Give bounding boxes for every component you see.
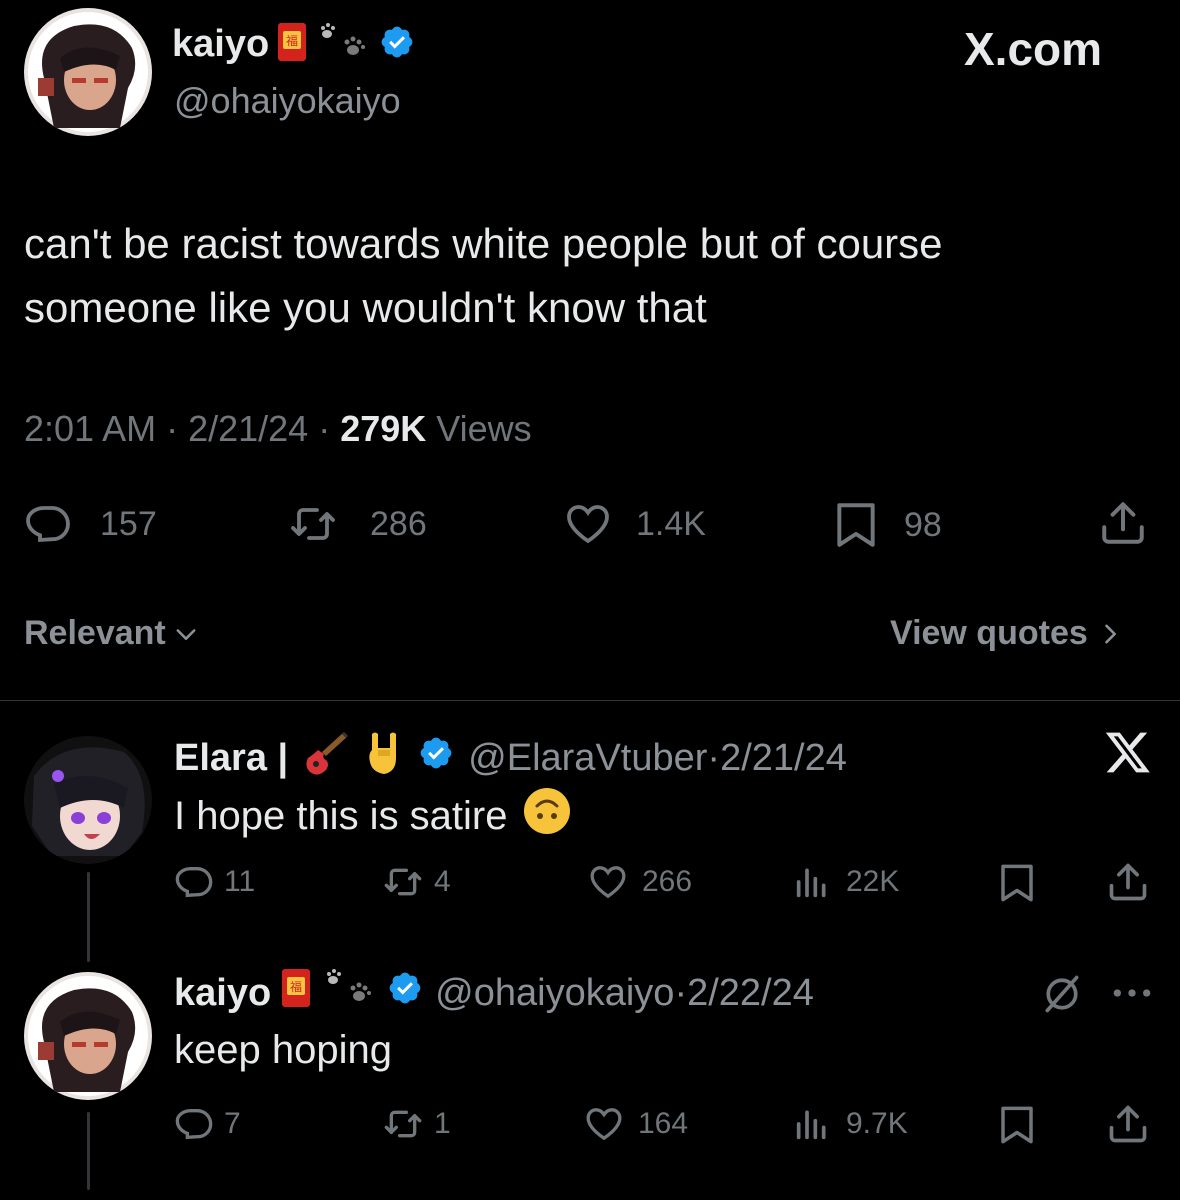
reply-count: 11 (224, 865, 256, 898)
repost-button[interactable]: 286 (286, 500, 427, 548)
views-count: 279K (340, 408, 427, 449)
guitar-icon (300, 730, 350, 786)
reply-icon (175, 867, 213, 898)
like-button[interactable]: 266 (586, 862, 692, 902)
tweet-meta: 2:01 AM · 2/21/24 · 279K Views (24, 408, 532, 450)
repost-icon (291, 508, 335, 540)
sort-dropdown[interactable]: Relevant (24, 614, 200, 653)
repost-icon (384, 868, 422, 896)
separator-dot: · (308, 408, 341, 449)
author-display-name[interactable]: kaiyo (174, 972, 271, 1015)
verified-badge-icon (387, 970, 423, 1016)
views-button[interactable]: 22K (792, 862, 899, 902)
repost-button[interactable]: 4 (380, 862, 451, 902)
analytics-icon (796, 868, 826, 898)
grok-icon[interactable] (1040, 972, 1084, 1021)
bookmark-icon (837, 503, 875, 547)
like-count: 1.4K (636, 504, 706, 543)
repost-count: 1 (434, 1107, 451, 1140)
reply-date[interactable]: 2/21/24 (720, 737, 847, 780)
repost-count: 4 (434, 865, 451, 898)
reply-button[interactable]: 157 (24, 500, 157, 548)
reply-text: keep hoping (174, 1028, 392, 1072)
reply-text: I hope this is satire (174, 793, 508, 838)
analytics-icon (796, 1110, 826, 1140)
x-logo-icon (1104, 728, 1152, 781)
views-label: Views (436, 408, 532, 449)
views-count: 9.7K (846, 1107, 908, 1140)
avatar[interactable] (24, 972, 152, 1100)
repost-icon (384, 1110, 422, 1138)
more-options-icon[interactable] (1110, 978, 1154, 1013)
bookmark-icon (1001, 1106, 1033, 1144)
heart-icon (567, 505, 609, 544)
like-count: 164 (638, 1107, 689, 1140)
tweet-text-line: can't be racist towards white people but… (24, 220, 943, 267)
views-count: 22K (846, 865, 900, 898)
reply-icon (26, 506, 70, 543)
view-quotes-label: View quotes (890, 614, 1088, 652)
views-button[interactable]: 9.7K (792, 1104, 908, 1144)
tweet-text: can't be racist towards white people but… (24, 212, 943, 340)
verified-badge-icon (418, 735, 454, 781)
avatar[interactable] (24, 8, 152, 136)
separator-dot: · (707, 736, 721, 779)
chevron-right-icon (1104, 624, 1116, 643)
author-handle[interactable]: @ohaiyokaiyo (435, 972, 674, 1015)
red-envelope-icon: 福 (277, 22, 307, 67)
chevron-down-icon (176, 628, 196, 640)
like-button[interactable]: 164 (582, 1104, 688, 1144)
bookmark-icon (1001, 864, 1033, 902)
repost-button[interactable]: 1 (380, 1104, 451, 1144)
bookmark-button[interactable] (996, 1104, 1038, 1151)
heart-icon (590, 866, 626, 899)
reply-button[interactable]: 11 (174, 862, 255, 902)
like-count: 266 (642, 865, 693, 898)
separator-dot: · (674, 971, 688, 1014)
brand-watermark: X.com (964, 23, 1103, 75)
bookmark-count: 98 (904, 505, 942, 544)
heart-icon (586, 1108, 622, 1141)
like-button[interactable]: 1.4K (562, 500, 706, 548)
svg-text:福: 福 (290, 979, 302, 994)
sort-label: Relevant (24, 614, 166, 652)
red-envelope-icon: 福 (281, 968, 311, 1018)
share-icon (1109, 1105, 1147, 1143)
bookmark-button[interactable]: 98 (830, 500, 942, 550)
tweet-time[interactable]: 2:01 AM (24, 408, 156, 450)
paw-prints-icon (321, 968, 377, 1018)
author-display-name[interactable]: kaiyo (172, 23, 269, 66)
divider (0, 700, 1180, 701)
verified-badge-icon (379, 24, 415, 65)
avatar[interactable] (24, 736, 152, 864)
thread-connector (87, 1112, 90, 1190)
reply-count: 7 (224, 1107, 241, 1140)
author-handle[interactable]: @ElaraVtuber (468, 737, 707, 780)
rock-hand-icon (364, 730, 404, 786)
reply-icon (175, 1109, 213, 1140)
thread-connector (87, 872, 90, 962)
share-button[interactable] (1098, 498, 1148, 553)
reply-button[interactable]: 7 (174, 1104, 241, 1144)
view-quotes-link[interactable]: View quotes (890, 614, 1124, 653)
upside-down-face-icon (522, 786, 572, 846)
share-icon (1102, 502, 1144, 544)
tweet-date[interactable]: 2/21/24 (188, 408, 308, 450)
tweet-text-line: someone like you wouldn't know that (24, 284, 707, 331)
svg-text:福: 福 (286, 33, 298, 48)
share-button[interactable] (1106, 860, 1150, 909)
author-handle[interactable]: @ohaiyokaiyo (174, 80, 401, 122)
repost-count: 286 (370, 504, 427, 543)
share-button[interactable] (1106, 1102, 1150, 1151)
bookmark-button[interactable] (996, 862, 1038, 909)
author-display-name[interactable]: Elara | (174, 737, 288, 780)
reply-count: 157 (100, 504, 157, 543)
share-icon (1109, 863, 1147, 901)
separator-dot: · (156, 408, 189, 449)
paw-prints-icon (315, 22, 371, 67)
reply-date[interactable]: 2/22/24 (687, 972, 814, 1015)
